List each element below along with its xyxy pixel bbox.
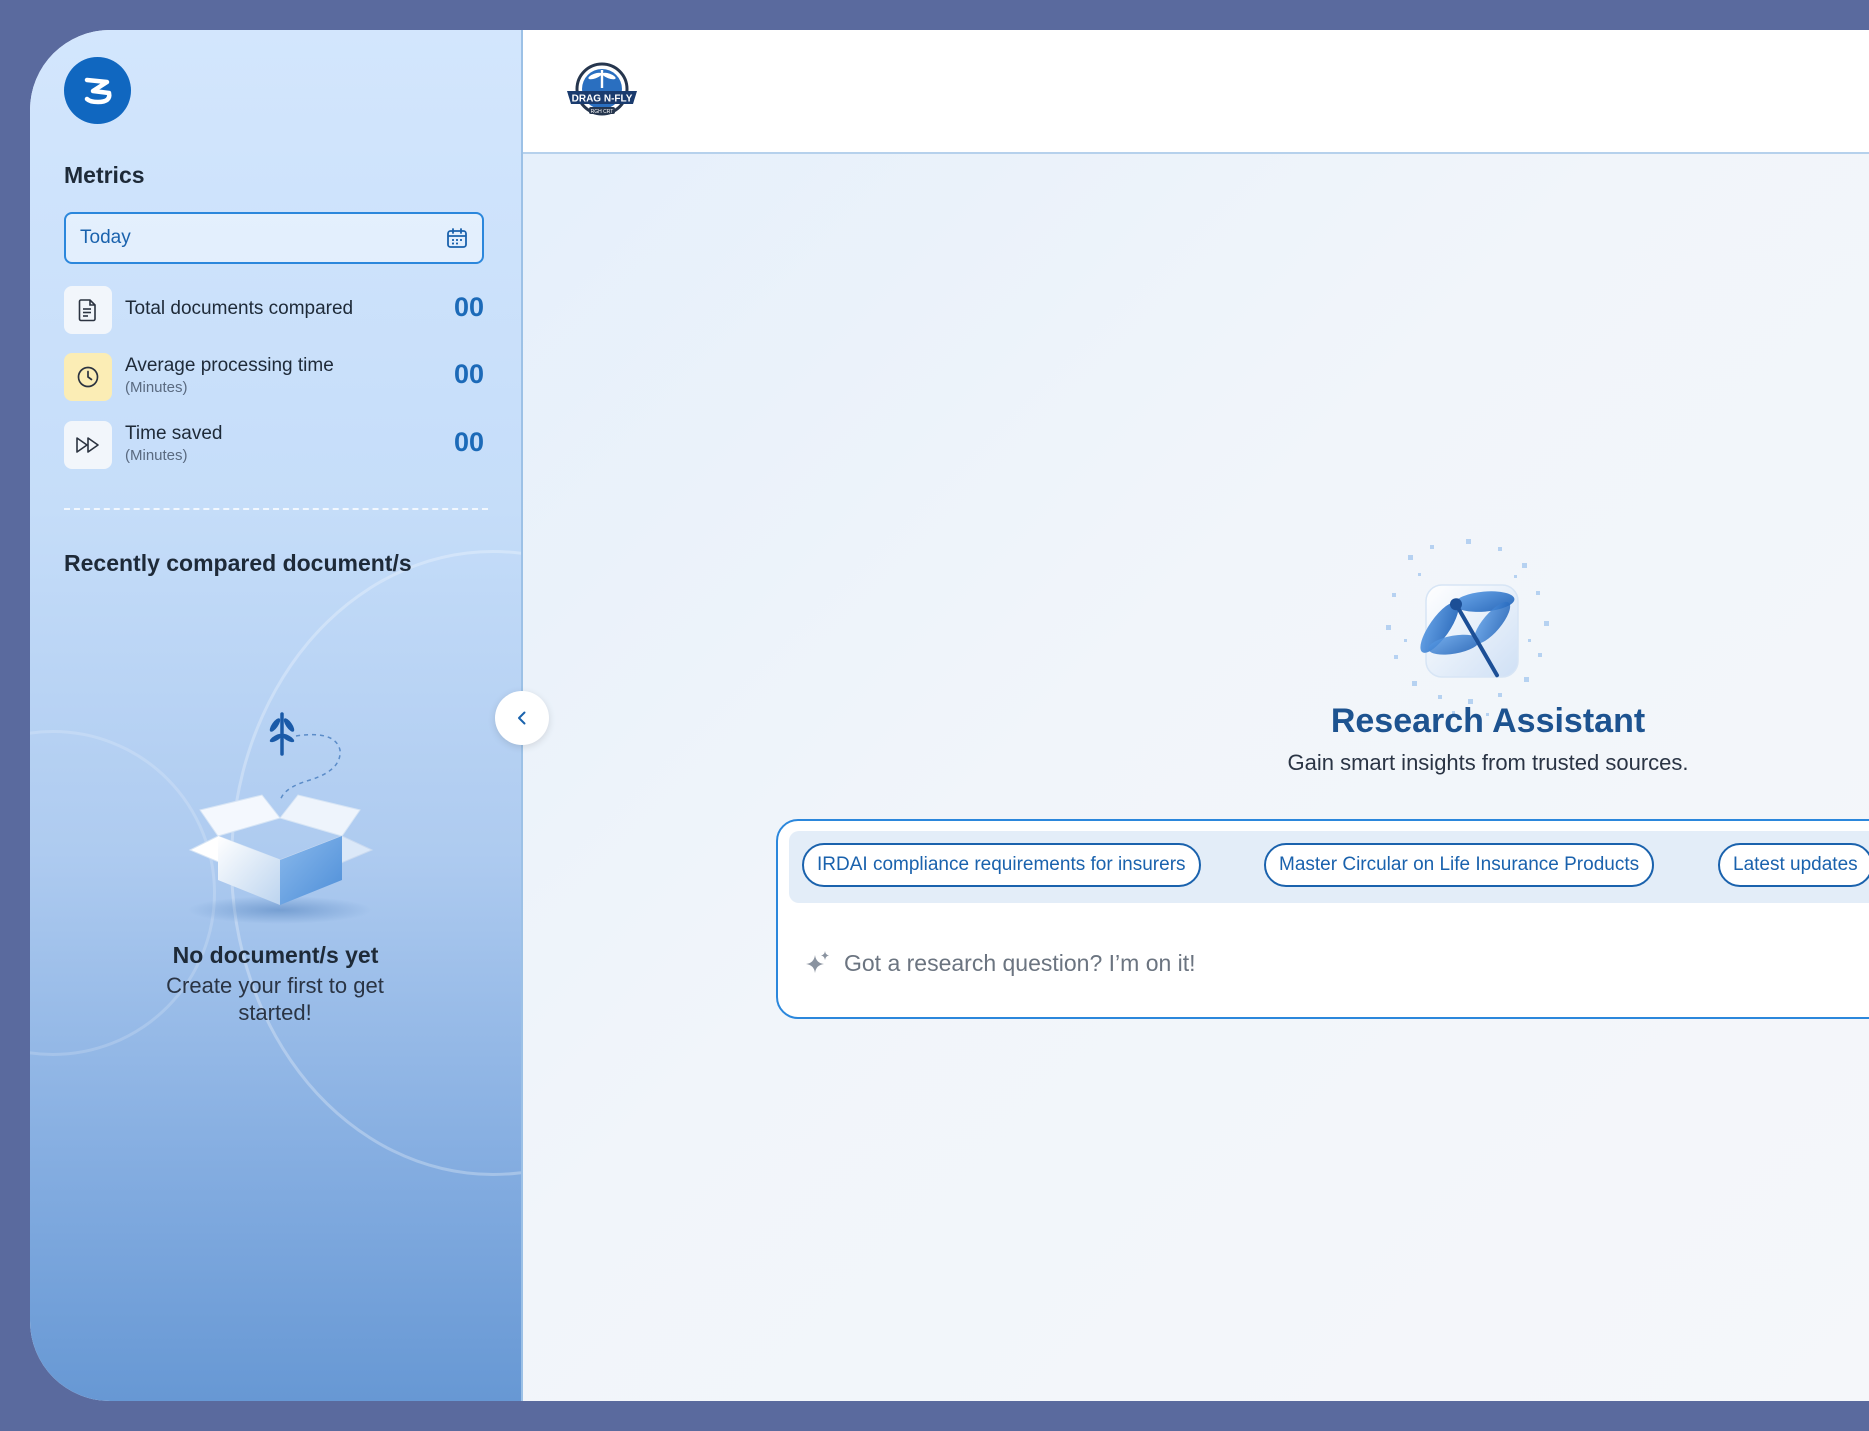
recent-documents-title: Recently compared document/s	[64, 550, 412, 576]
dragonfly-icon	[269, 712, 295, 756]
metric-label: Total documents compared	[125, 298, 354, 319]
suggestion-chip[interactable]: Latest updates	[1718, 843, 1869, 887]
metric-label: Time saved	[125, 423, 223, 444]
brand-mark-icon	[84, 77, 112, 104]
fast-forward-icon	[64, 421, 112, 469]
metrics-title: Metrics	[64, 162, 145, 188]
metric-avg-processing-time: Average processing time (Minutes) 00	[64, 353, 488, 403]
calendar-icon[interactable]	[446, 227, 468, 249]
clock-icon	[64, 353, 112, 401]
sparkle-icon	[806, 951, 829, 973]
document-icon	[64, 286, 112, 334]
svg-text:DRAG N-FLY: DRAG N-FLY	[572, 94, 633, 105]
dragonfly-hero-illustration	[1386, 539, 1549, 716]
hero-subtitle: Gain smart insights from trusted sources…	[1287, 750, 1689, 775]
metric-value: 00	[453, 292, 484, 322]
metrics-sidebar: Metrics Today Total documents compared 0…	[30, 30, 521, 1401]
chevron-left-icon	[518, 711, 526, 725]
date-filter-value: Today	[80, 227, 131, 248]
query-panel: IRDAI compliance requirements for insure…	[776, 819, 1869, 1019]
app-window: Metrics Today Total documents compared 0…	[30, 30, 1869, 1401]
metric-label: Average processing time	[125, 355, 334, 376]
metric-time-saved: Time saved (Minutes) 00	[64, 421, 488, 471]
suggestion-chip[interactable]: Master Circular on Life Insurance Produc…	[1264, 843, 1655, 887]
research-question-input[interactable]	[842, 937, 1746, 989]
metric-value: 00	[453, 359, 484, 389]
date-filter[interactable]: Today	[64, 212, 484, 264]
company-logo[interactable]: DRAG N-FLY RGH CRT	[565, 60, 639, 122]
suggestion-chips: IRDAI compliance requirements for insure…	[789, 831, 1869, 903]
brand-logo[interactable]	[64, 57, 131, 124]
metric-value: 00	[453, 427, 484, 457]
section-divider	[64, 508, 488, 510]
metric-unit: (Minutes)	[125, 379, 188, 396]
metric-total-documents: Total documents compared 00	[64, 286, 488, 336]
empty-state-subtitle: Create your first to get started!	[166, 973, 384, 1025]
metric-unit: (Minutes)	[125, 447, 188, 464]
suggestion-chip[interactable]: IRDAI compliance requirements for insure…	[802, 843, 1201, 887]
collapse-sidebar-button[interactable]	[495, 691, 549, 745]
empty-box-illustration	[188, 712, 374, 924]
top-bar: DRAG N-FLY RGH CRT	[523, 30, 1869, 154]
svg-text:RGH CRT: RGH CRT	[591, 109, 614, 115]
empty-state-title: No document/s yet	[172, 942, 379, 968]
hero-title: Research Assistant	[1330, 702, 1646, 740]
research-assistant-main: DRAG N-FLY RGH CRT Research Assistant Ga…	[521, 30, 1869, 1401]
